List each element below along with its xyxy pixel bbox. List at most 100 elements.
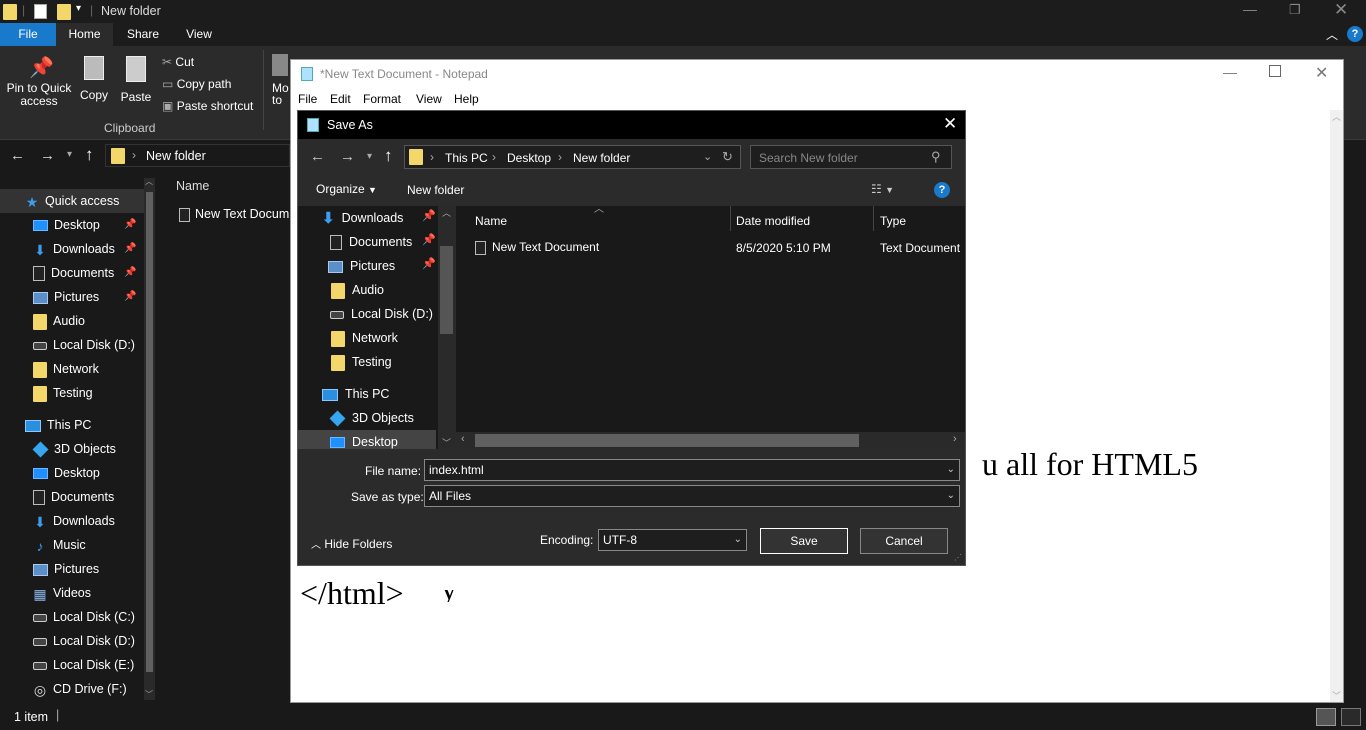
scroll-down-icon[interactable]: ﹀ (442, 436, 451, 449)
save-button[interactable]: Save (760, 528, 848, 554)
nav-item-local-disk-d[interactable]: Local Disk (D:) (330, 302, 455, 326)
column-divider[interactable] (730, 206, 731, 231)
close-button[interactable]: ✕ (1334, 0, 1348, 20)
hide-folders-button[interactable]: ︿ Hide Folders (311, 536, 392, 551)
sidebar-item-local-disk-c[interactable]: Local Disk (C:) (0, 605, 145, 629)
explorer-column-name[interactable]: Name (176, 179, 209, 193)
collapse-ribbon-icon[interactable]: ︿ (1326, 26, 1338, 43)
sidebar-item-3d-objects[interactable]: 3D Objects (0, 437, 145, 461)
sidebar-item-documents[interactable]: Documents (0, 485, 145, 509)
chevron-down-icon[interactable]: ⌄ (734, 530, 742, 550)
file-name-input[interactable]: index.html ⌄ (424, 459, 960, 481)
menu-format[interactable]: Format (363, 92, 401, 106)
sidebar-item-desktop[interactable]: Desktop 📌 (0, 213, 145, 237)
move-to-button[interactable]: Mo to (272, 54, 290, 124)
scroll-up-icon[interactable]: ︿ (442, 206, 451, 219)
column-divider[interactable] (873, 206, 874, 231)
sidebar-item-quick-access[interactable]: ★ Quick access (0, 189, 144, 213)
minimize-button[interactable]: — (1243, 1, 1257, 17)
recent-chevron-icon[interactable]: ▾ (67, 149, 72, 160)
sidebar-item-music[interactable]: ♪ Music (0, 533, 145, 557)
quick-access-dropdown-icon[interactable]: ▾ (76, 3, 81, 14)
forward-arrow-icon[interactable]: → (340, 148, 355, 165)
scroll-thumb[interactable] (475, 434, 859, 447)
large-icons-view-icon[interactable] (1341, 708, 1361, 726)
scroll-thumb[interactable] (440, 246, 453, 334)
sidebar-item-documents[interactable]: Documents 📌 (0, 261, 145, 285)
maximize-button[interactable] (1269, 65, 1281, 77)
scroll-left-icon[interactable]: ‹ (461, 433, 465, 445)
close-button[interactable]: ✕ (1315, 63, 1328, 83)
sidebar-item-audio[interactable]: Audio (0, 309, 145, 333)
restore-button[interactable]: ❐ (1289, 2, 1301, 18)
menu-file[interactable]: File (298, 92, 317, 106)
nav-item-3d-objects[interactable]: 3D Objects (329, 406, 455, 430)
pin-quick-access-button[interactable]: 📌 Pin to Quick access (4, 50, 74, 118)
notepad-scrollbar[interactable]: ︿ ﹀ (1330, 110, 1343, 702)
scroll-up-icon[interactable]: ︿ (145, 176, 153, 187)
sidebar-item-desktop[interactable]: Desktop (0, 461, 145, 485)
menu-edit[interactable]: Edit (330, 92, 351, 106)
minimize-button[interactable]: — (1223, 64, 1237, 80)
column-type[interactable]: Type (880, 214, 906, 228)
scroll-right-icon[interactable]: › (953, 433, 957, 445)
dialog-search-box[interactable]: Search New folder ⚲ (750, 145, 952, 169)
back-arrow-icon[interactable]: ← (310, 148, 325, 165)
save-type-select[interactable]: All Files ⌄ (424, 485, 960, 507)
sidebar-item-downloads[interactable]: ⬇ Downloads (0, 509, 145, 533)
properties-icon[interactable] (34, 4, 47, 19)
new-folder-icon[interactable] (57, 4, 71, 20)
sidebar-item-pictures[interactable]: Pictures 📌 (0, 285, 145, 309)
sidebar-scrollbar[interactable]: ︿ ﹀ (144, 176, 155, 700)
close-button[interactable]: ✕ (943, 114, 957, 134)
copy-path-button[interactable]: ▭ Copy path (162, 75, 231, 93)
column-date-modified[interactable]: Date modified (736, 214, 810, 228)
chevron-down-icon[interactable]: ⌄ (947, 486, 955, 506)
help-icon[interactable]: ? (1347, 26, 1363, 42)
up-arrow-icon[interactable]: ↑ (384, 146, 393, 166)
sidebar-item-this-pc[interactable]: This PC (0, 413, 145, 437)
sidebar-item-testing[interactable]: Testing (0, 381, 145, 405)
dialog-address-bar[interactable]: › This PC › Desktop › New folder ⌄ ↻ (404, 145, 741, 169)
sidebar-item-downloads[interactable]: ⬇ Downloads 📌 (0, 237, 145, 261)
sidebar-item-videos[interactable]: ▦ Videos (0, 581, 145, 605)
paste-button[interactable]: Paste (118, 50, 154, 104)
copy-button[interactable]: Copy (78, 50, 110, 102)
menu-help[interactable]: Help (454, 92, 479, 106)
sidebar-item-pictures[interactable]: Pictures (0, 557, 145, 581)
view-options-icon[interactable]: ☷ ▼ (871, 182, 894, 196)
scroll-up-icon[interactable]: ︿ (1332, 110, 1341, 123)
nav-item-desktop[interactable]: Desktop (298, 430, 436, 449)
encoding-select[interactable]: UTF-8 ⌄ (598, 529, 747, 551)
tab-view[interactable]: View (173, 23, 225, 46)
refresh-icon[interactable]: ↻ (722, 149, 733, 165)
cut-button[interactable]: ✂ Cut (162, 53, 194, 71)
new-folder-button[interactable]: New folder (407, 183, 464, 197)
scroll-down-icon[interactable]: ﹀ (1332, 689, 1341, 702)
details-view-icon[interactable] (1316, 708, 1336, 726)
nav-item-testing[interactable]: Testing (331, 350, 455, 374)
explorer-file-item[interactable]: New Text Docum (179, 207, 290, 225)
cancel-button[interactable]: Cancel (860, 528, 948, 554)
chevron-down-icon[interactable]: ⌄ (947, 460, 955, 480)
paste-shortcut-button[interactable]: ▣ Paste shortcut (162, 97, 253, 115)
up-arrow-icon[interactable]: ↑ (85, 145, 94, 165)
sidebar-item-network[interactable]: Network (0, 357, 145, 381)
nav-item-documents[interactable]: Documents (330, 230, 455, 254)
breadcrumb-new-folder[interactable]: New folder (573, 151, 630, 165)
menu-view[interactable]: View (416, 92, 442, 106)
recent-chevron-icon[interactable]: ▾ (367, 151, 372, 162)
nav-item-this-pc[interactable]: This PC (322, 382, 455, 406)
sidebar-item-cd-drive-f[interactable]: ◎ CD Drive (F:) (0, 677, 145, 701)
file-row[interactable]: New Text Document 8/5/2020 5:10 PM Text … (475, 240, 965, 258)
back-arrow-icon[interactable]: ← (10, 147, 25, 164)
breadcrumb-desktop[interactable]: Desktop (507, 151, 551, 165)
scroll-thumb[interactable] (146, 192, 153, 672)
organize-button[interactable]: Organize ▼ (316, 182, 377, 200)
column-name[interactable]: Name (475, 214, 507, 228)
explorer-address-bar[interactable]: › New folder (105, 144, 290, 167)
tab-home[interactable]: Home (56, 23, 113, 46)
horizontal-scrollbar[interactable]: ‹ › (456, 432, 965, 449)
scroll-down-icon[interactable]: ﹀ (145, 689, 153, 700)
tab-share[interactable]: Share (113, 23, 173, 46)
